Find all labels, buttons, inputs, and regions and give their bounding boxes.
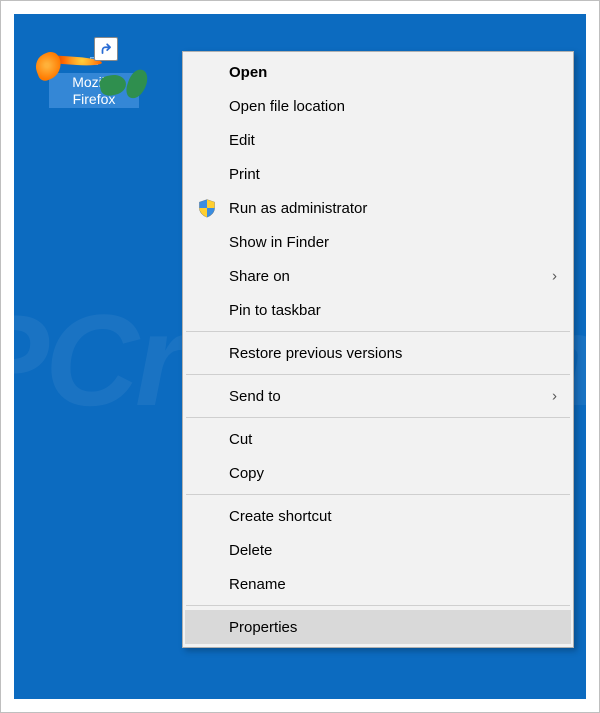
menu-separator xyxy=(186,494,570,495)
menu-item-print[interactable]: Print xyxy=(185,157,571,191)
menu-label: Run as administrator xyxy=(229,200,367,217)
menu-label: Show in Finder xyxy=(229,234,329,251)
menu-separator xyxy=(186,417,570,418)
uac-shield-icon xyxy=(197,198,217,218)
menu-item-properties[interactable]: Properties xyxy=(185,610,571,644)
menu-item-copy[interactable]: Copy xyxy=(185,456,571,490)
menu-item-cut[interactable]: Cut xyxy=(185,422,571,456)
menu-item-rename[interactable]: Rename xyxy=(185,567,571,601)
menu-item-create-shortcut[interactable]: Create shortcut xyxy=(185,499,571,533)
firefox-shortcut[interactable]: Mozilla Firefox xyxy=(49,52,139,108)
menu-label: Pin to taskbar xyxy=(229,302,321,319)
menu-label: Open file location xyxy=(229,98,345,115)
menu-label: Properties xyxy=(229,619,297,636)
screenshot-frame: PCrisk.com Mozilla Firefox Open xyxy=(0,0,600,713)
menu-label: Share on xyxy=(229,268,290,285)
menu-label: Rename xyxy=(229,576,286,593)
submenu-arrow-icon: › xyxy=(552,268,557,285)
menu-label: Edit xyxy=(229,132,255,149)
menu-item-edit[interactable]: Edit xyxy=(185,123,571,157)
menu-label: Open xyxy=(229,64,267,81)
menu-item-delete[interactable]: Delete xyxy=(185,533,571,567)
menu-separator xyxy=(186,331,570,332)
firefox-icon-selection xyxy=(90,57,98,65)
desktop[interactable]: PCrisk.com Mozilla Firefox Open xyxy=(14,14,586,699)
menu-label: Send to xyxy=(229,388,281,405)
menu-label: Cut xyxy=(229,431,252,448)
shortcut-overlay-icon xyxy=(94,37,118,61)
menu-item-open[interactable]: Open xyxy=(185,55,571,89)
menu-item-share-on[interactable]: Share on › xyxy=(185,259,571,293)
menu-label: Delete xyxy=(229,542,272,559)
submenu-arrow-icon: › xyxy=(552,388,557,405)
menu-item-run-as-administrator[interactable]: Run as administrator xyxy=(185,191,571,225)
menu-item-open-file-location[interactable]: Open file location xyxy=(185,89,571,123)
context-menu: Open Open file location Edit Print xyxy=(182,51,574,648)
menu-item-show-in-finder[interactable]: Show in Finder xyxy=(185,225,571,259)
menu-separator xyxy=(186,605,570,606)
menu-label: Print xyxy=(229,166,260,183)
menu-label: Create shortcut xyxy=(229,508,332,525)
menu-label: Copy xyxy=(229,465,264,482)
menu-separator xyxy=(186,374,570,375)
menu-item-pin-to-taskbar[interactable]: Pin to taskbar xyxy=(185,293,571,327)
menu-item-send-to[interactable]: Send to › xyxy=(185,379,571,413)
menu-item-restore-previous-versions[interactable]: Restore previous versions xyxy=(185,336,571,370)
menu-label: Restore previous versions xyxy=(229,345,402,362)
